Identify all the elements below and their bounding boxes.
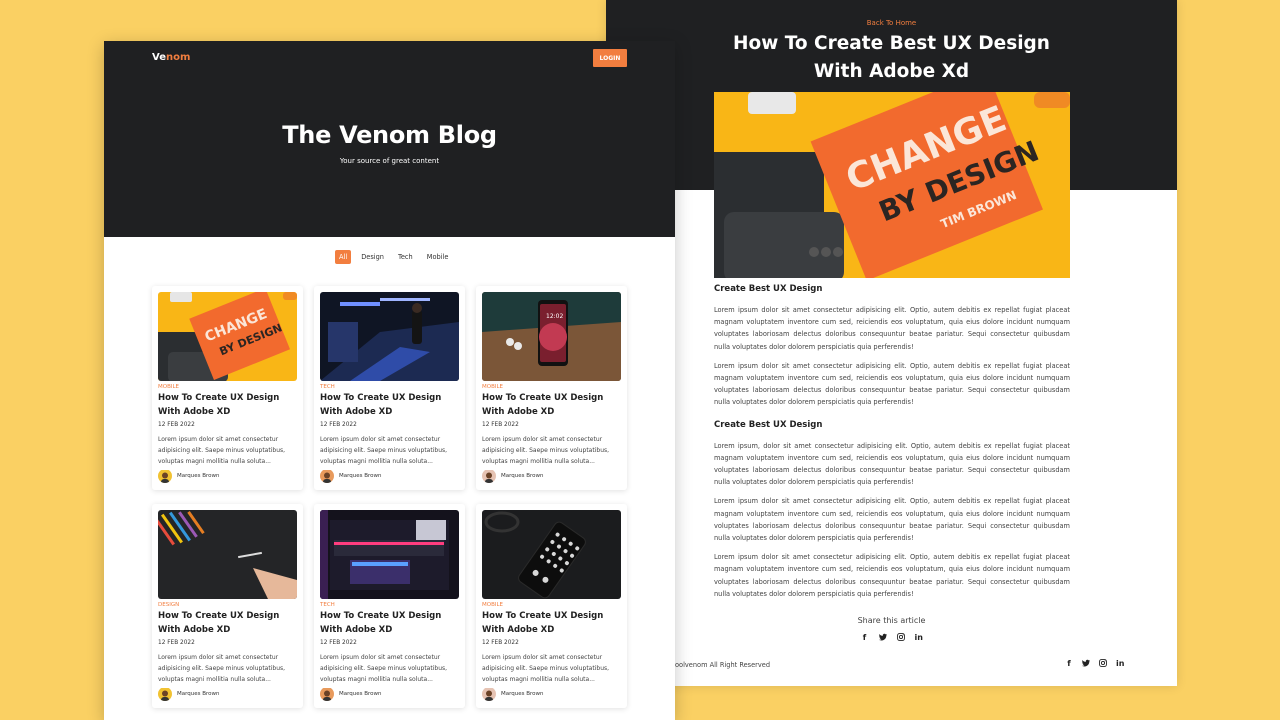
post-category[interactable]: Design [158, 602, 179, 608]
logo[interactable]: Venom [152, 52, 190, 63]
post-thumbnail[interactable]: CHANGE BY DESIGN [158, 292, 297, 381]
category-filters: All Design Tech Mobile [335, 250, 452, 264]
post-card[interactable]: Design How To Create UX Design With Adob… [152, 504, 303, 708]
article-paragraph: Lorem ipsum, dolor sit amet consectetur … [714, 441, 1070, 487]
filter-mobile[interactable]: Mobile [423, 250, 453, 264]
article-title: How To Create Best UX Design With Adobe … [733, 33, 1050, 82]
article-paragraph: Lorem ipsum dolor sit amet consectetur a… [714, 361, 1070, 407]
post-title[interactable]: How To Create UX Design With Adobe XD [320, 392, 459, 419]
avatar [482, 687, 496, 701]
footer-social-icons: f in [1065, 659, 1124, 668]
article-paragraph: Lorem ipsum dolor sit amet consectetur a… [714, 553, 1070, 598]
article-hero-image: CHANGE BY DESIGN TIM BROWN [714, 92, 1070, 278]
post-author[interactable]: Marques Brown [158, 469, 220, 483]
twitter-icon[interactable] [1082, 659, 1090, 668]
avatar [320, 469, 334, 483]
phone-clock: 12:02 [546, 313, 563, 320]
filter-tech[interactable]: Tech [394, 250, 417, 264]
post-title[interactable]: How To Create UX Design With Adobe XD [482, 610, 621, 637]
post-thumbnail[interactable] [158, 510, 297, 599]
blog-header: Venom LOGIN The Venom Blog Your source o… [104, 41, 675, 237]
share-label: Share this article [857, 616, 926, 625]
article-body: Create Best UX Design Lorem ipsum dolor … [714, 284, 1070, 607]
article-paragraph: Lorem ipsum dolor sit amet consectetur a… [714, 306, 1070, 351]
article-paragraph: Lorem ipsum dolor sit amet consectetur a… [714, 497, 1070, 543]
footer-copyright: oolvenom All Right Reserved [675, 661, 771, 669]
author-name: Marques Brown [339, 691, 382, 697]
section-heading: Create Best UX Design [714, 284, 823, 294]
post-date: 12 FEB 2022 [158, 640, 195, 646]
blog-subtitle: Your source of great content [339, 157, 440, 165]
post-excerpt: Lorem ipsum dolor sit amet consectetur a… [320, 654, 448, 683]
post-date: 12 FEB 2022 [320, 640, 357, 646]
post-excerpt: Lorem ipsum dolor sit amet consectetur a… [158, 654, 286, 683]
post-thumbnail[interactable] [320, 510, 459, 599]
post-card[interactable]: 12:02 Mobile How To Create UX Design Wit… [476, 286, 627, 490]
logo-main: Ve [152, 52, 166, 63]
linkedin-icon[interactable]: in [915, 633, 923, 642]
post-author[interactable]: Marques Brown [482, 687, 544, 701]
post-category[interactable]: Tech [320, 602, 335, 608]
post-date: 12 FEB 2022 [158, 422, 195, 428]
blog-title: The Venom Blog [282, 121, 497, 149]
avatar [482, 469, 496, 483]
post-card[interactable]: CHANGE BY DESIGN Mobile How To Create UX… [152, 286, 303, 490]
author-name: Marques Brown [501, 473, 544, 479]
share-icons: f in [606, 633, 1177, 642]
filter-all[interactable]: All [335, 250, 352, 264]
post-excerpt: Lorem ipsum dolor sit amet consectetur a… [158, 436, 286, 465]
author-name: Marques Brown [177, 691, 220, 697]
post-thumbnail[interactable] [482, 510, 621, 599]
post-category[interactable]: Mobile [482, 602, 503, 608]
post-author[interactable]: Marques Brown [320, 469, 382, 483]
article-page: Back To Home How To Create Best UX Desig… [606, 0, 1177, 686]
login-button[interactable]: LOGIN [593, 49, 627, 67]
author-name: Marques Brown [339, 473, 382, 479]
post-author[interactable]: Marques Brown [320, 687, 382, 701]
post-date: 12 FEB 2022 [320, 422, 357, 428]
avatar [158, 469, 172, 483]
instagram-icon[interactable] [1099, 659, 1107, 668]
logo-accent: nom [165, 52, 191, 63]
author-name: Marques Brown [177, 473, 220, 479]
post-category[interactable]: Mobile [158, 384, 179, 390]
post-title[interactable]: How To Create UX Design With Adobe XD [158, 392, 297, 419]
author-name: Marques Brown [501, 691, 544, 697]
post-category[interactable]: Tech [320, 384, 335, 390]
post-card[interactable]: Mobile How To Create UX Design With Adob… [476, 504, 627, 708]
twitter-icon[interactable] [878, 633, 887, 642]
facebook-icon[interactable]: f [861, 633, 869, 642]
section-heading: Create Best UX Design [714, 419, 823, 430]
post-category[interactable]: Mobile [482, 384, 503, 390]
filter-design[interactable]: Design [357, 250, 388, 264]
linkedin-icon[interactable]: in [1116, 659, 1124, 668]
post-card[interactable]: Tech How To Create UX Design With Adobe … [314, 286, 465, 490]
post-date: 12 FEB 2022 [482, 422, 519, 428]
back-to-home-link[interactable]: Back To Home [606, 19, 1177, 27]
post-date: 12 FEB 2022 [482, 640, 519, 646]
post-card[interactable]: Tech How To Create UX Design With Adobe … [314, 504, 465, 708]
instagram-icon[interactable] [896, 633, 905, 642]
blog-page: Venom LOGIN The Venom Blog Your source o… [104, 41, 675, 720]
post-excerpt: Lorem ipsum dolor sit amet consectetur a… [320, 436, 448, 465]
post-title[interactable]: How To Create UX Design With Adobe XD [158, 610, 297, 637]
avatar [320, 687, 334, 701]
post-excerpt: Lorem ipsum dolor sit amet consectetur a… [482, 436, 610, 465]
post-thumbnail[interactable]: 12:02 [482, 292, 621, 381]
post-author[interactable]: Marques Brown [158, 687, 220, 701]
post-title[interactable]: How To Create UX Design With Adobe XD [482, 392, 621, 419]
post-title[interactable]: How To Create UX Design With Adobe XD [320, 610, 459, 637]
post-thumbnail[interactable] [320, 292, 459, 381]
avatar [158, 687, 172, 701]
facebook-icon[interactable]: f [1065, 659, 1073, 668]
post-excerpt: Lorem ipsum dolor sit amet consectetur a… [482, 654, 610, 683]
post-author[interactable]: Marques Brown [482, 469, 544, 483]
